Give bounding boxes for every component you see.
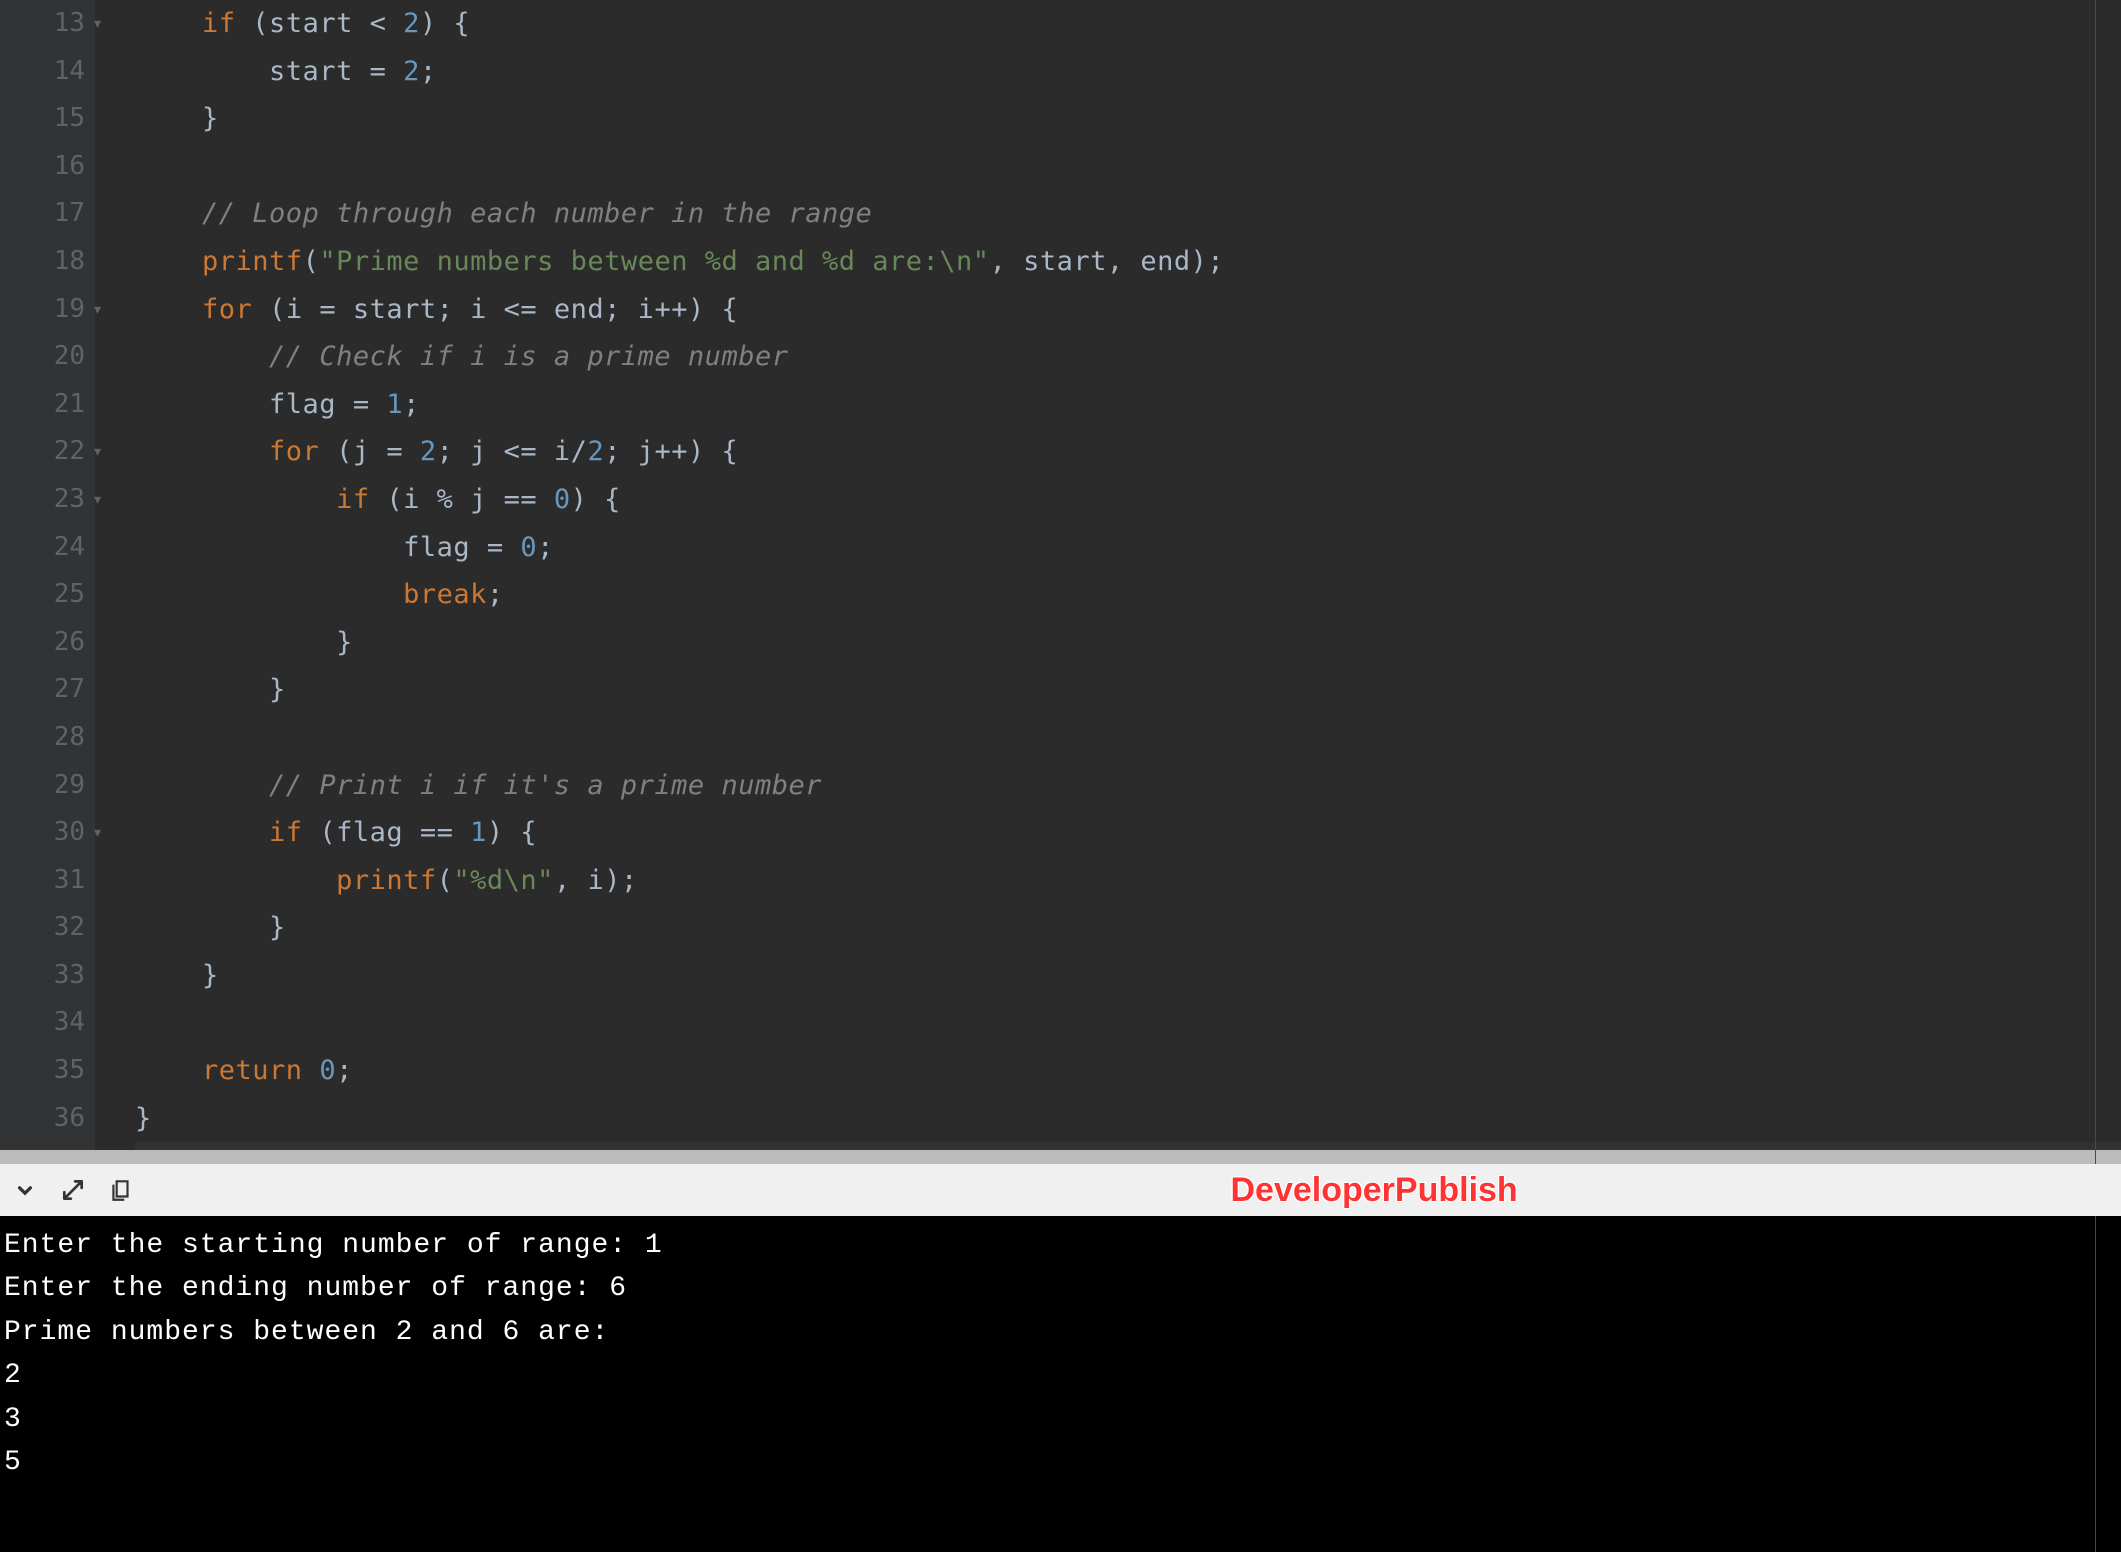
code-line: } <box>135 904 2121 952</box>
code-line <box>135 714 2121 762</box>
line-number[interactable]: 35 <box>0 1047 85 1095</box>
code-line: } <box>135 952 2121 1000</box>
line-number[interactable]: 30 <box>0 809 85 857</box>
line-number[interactable]: 25 <box>0 571 85 619</box>
console-line: 2 <box>4 1354 2117 1397</box>
code-line: start = 2; <box>135 48 2121 96</box>
line-number[interactable]: 29 <box>0 762 85 810</box>
code-line <box>135 999 2121 1047</box>
line-number[interactable]: 17 <box>0 190 85 238</box>
code-content[interactable]: if (start < 2) { start = 2; } // Loop th… <box>95 0 2121 1150</box>
line-number[interactable]: 32 <box>0 904 85 952</box>
code-line: flag = 1; <box>135 381 2121 429</box>
code-line: // Print i if it's a prime number <box>135 762 2121 810</box>
console-line: 5 <box>4 1441 2117 1484</box>
line-number[interactable]: 23 <box>0 476 85 524</box>
expand-icon[interactable] <box>60 1177 86 1203</box>
chevron-down-icon[interactable] <box>12 1177 38 1203</box>
console-line: 3 <box>4 1398 2117 1441</box>
line-number[interactable]: 14 <box>0 48 85 96</box>
line-number[interactable]: 33 <box>0 952 85 1000</box>
line-number[interactable]: 19 <box>0 286 85 334</box>
line-number[interactable]: 21 <box>0 381 85 429</box>
line-number[interactable]: 34 <box>0 999 85 1047</box>
line-number[interactable]: 22 <box>0 428 85 476</box>
line-number[interactable]: 27 <box>0 666 85 714</box>
code-line: } <box>135 1095 2121 1143</box>
line-number[interactable]: 16 <box>0 143 85 191</box>
line-number[interactable]: 28 <box>0 714 85 762</box>
code-line <box>135 1142 2121 1150</box>
line-number[interactable]: 37 <box>0 1142 85 1150</box>
code-line: if (flag == 1) { <box>135 809 2121 857</box>
code-line: flag = 0; <box>135 524 2121 572</box>
code-line: return 0; <box>135 1047 2121 1095</box>
line-number[interactable]: 36 <box>0 1095 85 1143</box>
watermark-text: DeveloperPublish <box>1231 1171 1518 1210</box>
code-line: printf("Prime numbers between %d and %d … <box>135 238 2121 286</box>
line-number[interactable]: 13 <box>0 0 85 48</box>
code-line: printf("%d\n", i); <box>135 857 2121 905</box>
line-number[interactable]: 24 <box>0 524 85 572</box>
copy-icon[interactable] <box>108 1177 134 1203</box>
code-line: for (i = start; i <= end; i++) { <box>135 286 2121 334</box>
line-number[interactable]: 18 <box>0 238 85 286</box>
right-margin-line <box>2095 0 2096 1150</box>
line-number[interactable]: 26 <box>0 619 85 667</box>
panel-divider[interactable] <box>0 1150 2121 1164</box>
line-number[interactable]: 20 <box>0 333 85 381</box>
console-line: Prime numbers between 2 and 6 are: <box>4 1311 2117 1354</box>
console-line: Enter the ending number of range: 6 <box>4 1267 2117 1310</box>
code-line: if (start < 2) { <box>135 0 2121 48</box>
console-toolbar: DeveloperPublish <box>0 1164 2121 1216</box>
code-editor[interactable]: 13 14 15 16 17 18 19 20 21 22 23 24 25 2… <box>0 0 2121 1150</box>
console-line: Enter the starting number of range: 1 <box>4 1224 2117 1267</box>
code-line <box>135 143 2121 191</box>
line-number[interactable]: 31 <box>0 857 85 905</box>
line-number[interactable]: 15 <box>0 95 85 143</box>
code-line: } <box>135 666 2121 714</box>
code-line: break; <box>135 571 2121 619</box>
code-line: for (j = 2; j <= i/2; j++) { <box>135 428 2121 476</box>
code-line: // Check if i is a prime number <box>135 333 2121 381</box>
line-number-gutter[interactable]: 13 14 15 16 17 18 19 20 21 22 23 24 25 2… <box>0 0 95 1150</box>
code-line: // Loop through each number in the range <box>135 190 2121 238</box>
code-line: if (i % j == 0) { <box>135 476 2121 524</box>
console-output[interactable]: Enter the starting number of range: 1 En… <box>0 1216 2121 1552</box>
code-line: } <box>135 95 2121 143</box>
code-line: } <box>135 619 2121 667</box>
